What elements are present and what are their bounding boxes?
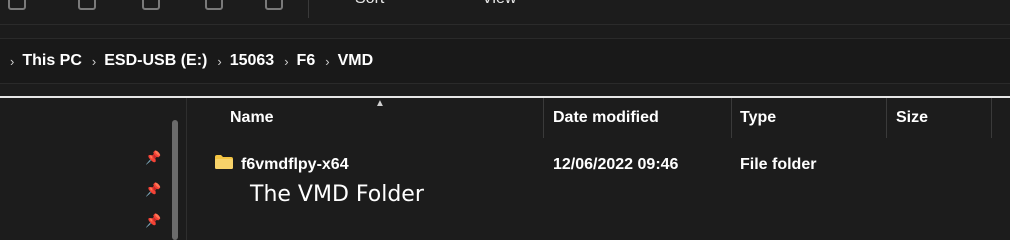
- column-separator[interactable]: [886, 98, 887, 138]
- sort-button[interactable]: Sort: [355, 0, 384, 8]
- pin-icon[interactable]: 📌: [145, 213, 161, 228]
- column-size[interactable]: Size: [896, 98, 928, 138]
- chevron-right-icon[interactable]: ›: [10, 54, 14, 69]
- column-date-modified[interactable]: Date modified: [553, 98, 659, 138]
- paste-icon[interactable]: [205, 0, 223, 10]
- file-date-modified: 12/06/2022 09:46: [553, 156, 679, 173]
- breadcrumb-esd-usb[interactable]: ESD-USB (E:): [104, 52, 207, 70]
- breadcrumb-15063[interactable]: 15063: [230, 52, 275, 70]
- chevron-right-icon[interactable]: ›: [325, 54, 329, 69]
- annotation-text: The VMD Folder: [250, 182, 424, 207]
- column-headers: Name Date modified Type Size: [187, 98, 1010, 138]
- copy-icon[interactable]: [142, 0, 160, 10]
- pin-icon[interactable]: 📌: [145, 150, 161, 165]
- command-bar: Sort View: [0, 0, 1010, 25]
- chevron-right-icon[interactable]: ›: [284, 54, 288, 69]
- column-separator[interactable]: [991, 98, 992, 138]
- breadcrumb-vmd[interactable]: VMD: [338, 52, 374, 70]
- column-type[interactable]: Type: [740, 98, 776, 138]
- file-name[interactable]: f6vmdflpy-x64: [241, 150, 349, 180]
- new-icon[interactable]: [8, 0, 26, 10]
- file-type: File folder: [740, 156, 817, 173]
- column-separator[interactable]: [543, 98, 544, 138]
- scrollbar-thumb[interactable]: [172, 120, 178, 240]
- toolbar-divider: [308, 0, 309, 18]
- chevron-right-icon[interactable]: ›: [217, 54, 221, 69]
- navigation-pane: 📌 📌 📌: [0, 98, 186, 240]
- chevron-right-icon[interactable]: ›: [92, 54, 96, 69]
- table-row[interactable]: f6vmdflpy-x64 12/06/2022 09:46 File fold…: [187, 150, 1010, 180]
- column-name[interactable]: Name: [230, 98, 274, 138]
- pin-icon[interactable]: 📌: [145, 182, 161, 197]
- breadcrumb[interactable]: › This PC › ESD-USB (E:) › 15063 › F6 › …: [0, 38, 1010, 84]
- view-button[interactable]: View: [482, 0, 516, 8]
- column-separator[interactable]: [731, 98, 732, 138]
- rename-icon[interactable]: [265, 0, 283, 10]
- cut-icon[interactable]: [78, 0, 96, 10]
- breadcrumb-this-pc[interactable]: This PC: [22, 52, 82, 70]
- breadcrumb-f6[interactable]: F6: [297, 52, 316, 70]
